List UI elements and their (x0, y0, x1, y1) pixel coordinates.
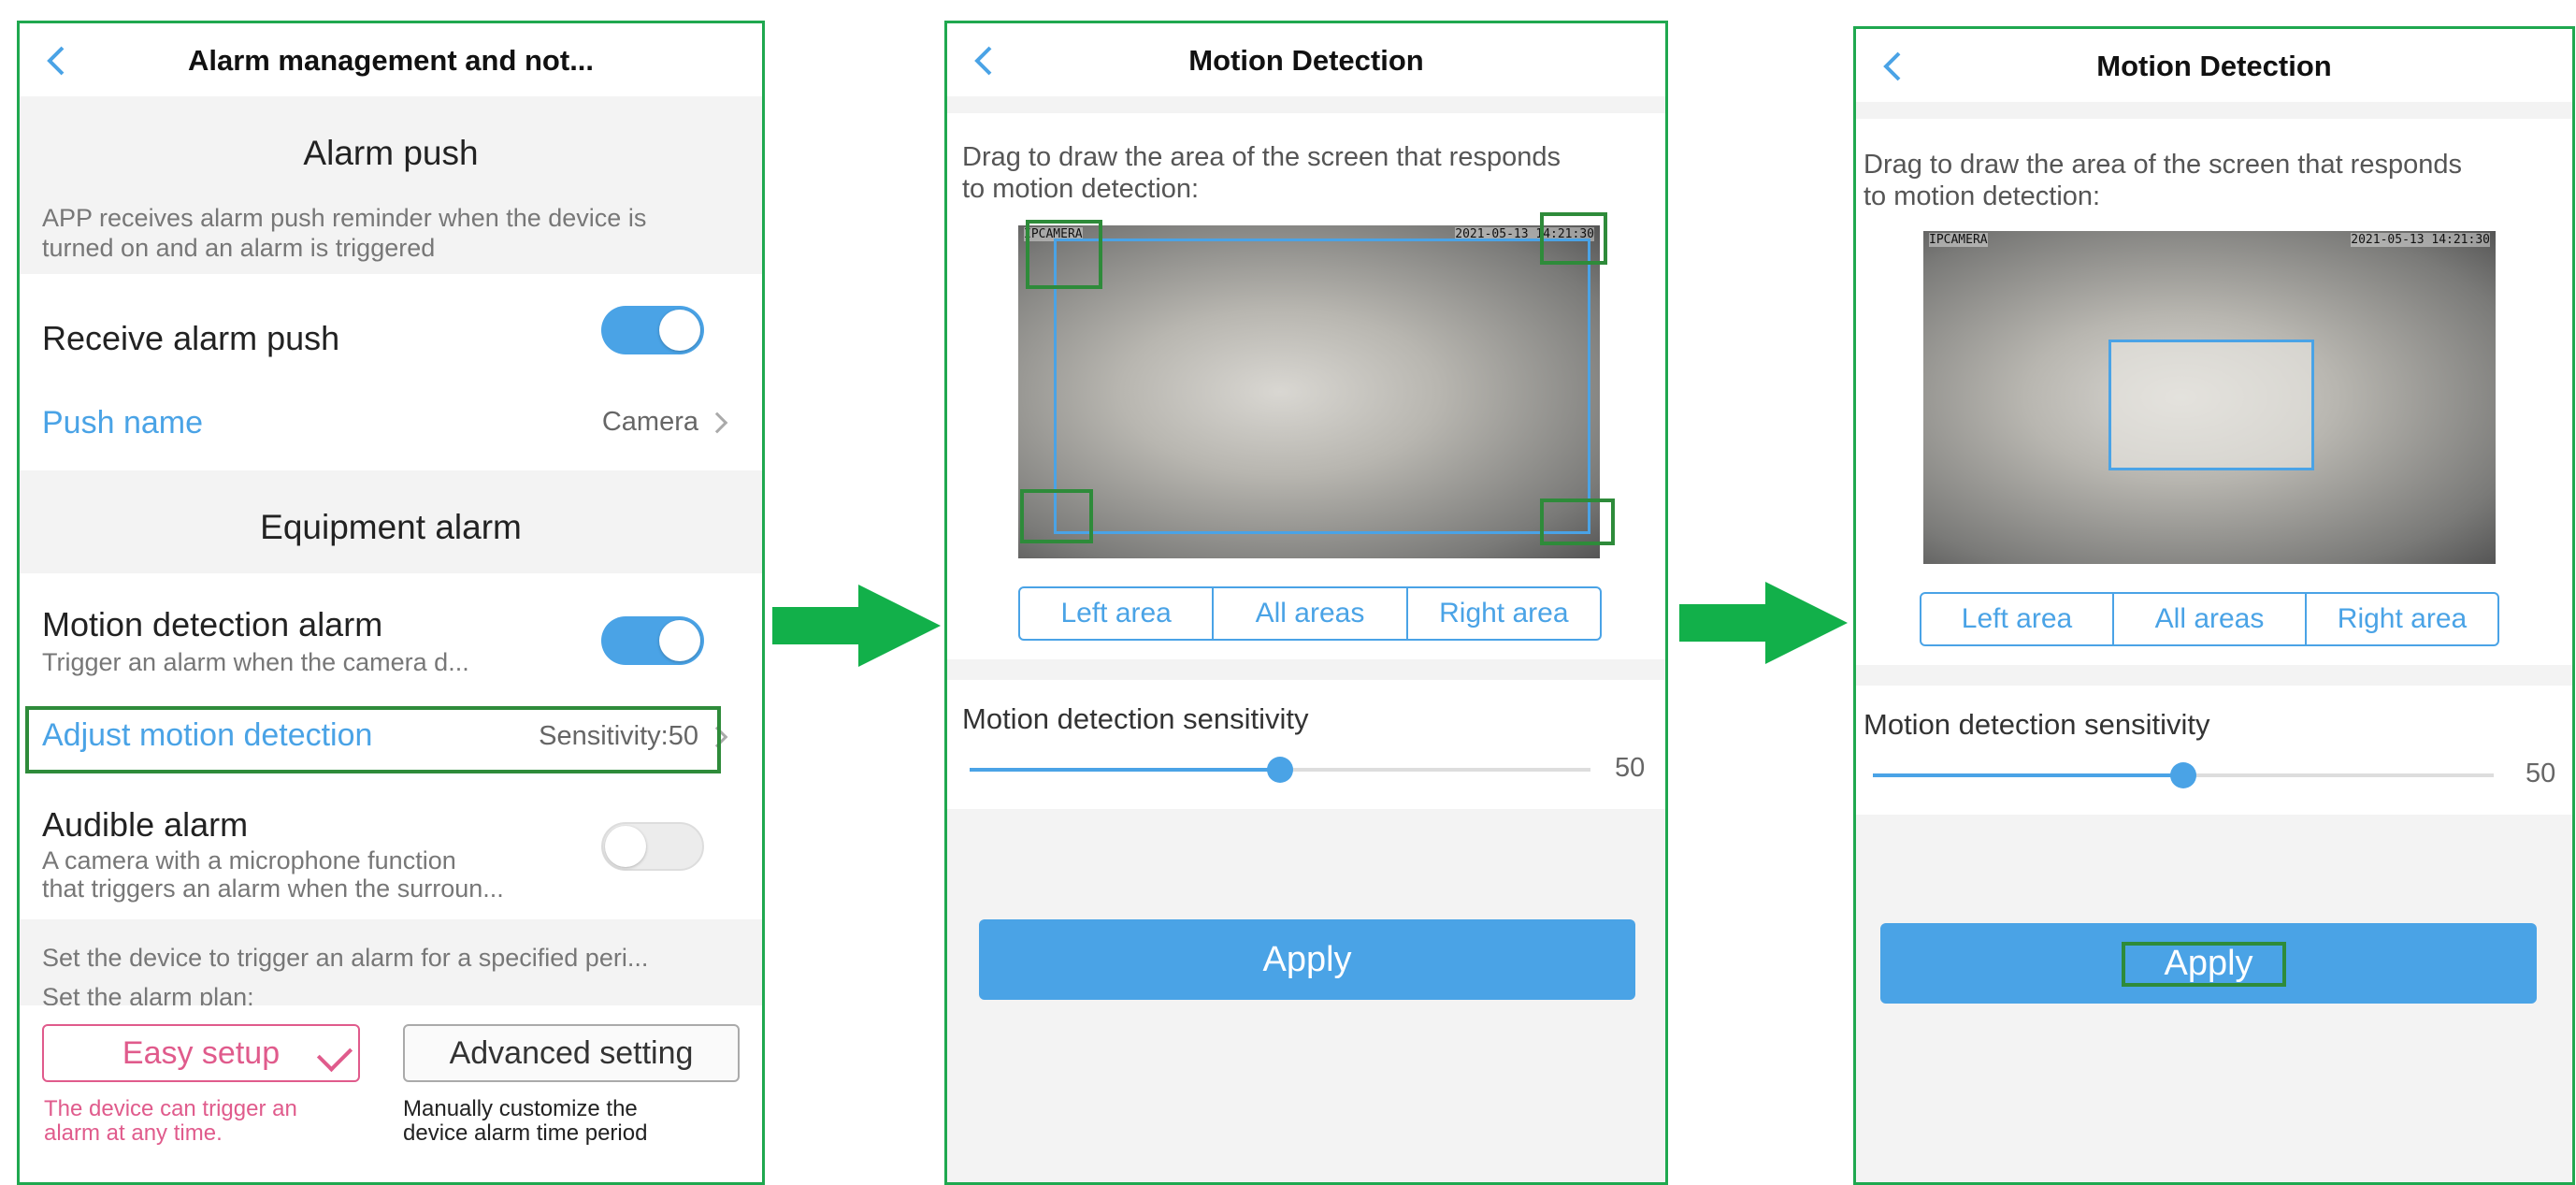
equipment-alarm-group: Motion detection alarm Trigger an alarm … (20, 573, 762, 919)
toggle-knob (605, 826, 646, 867)
checkmark-icon (316, 1035, 353, 1073)
hint-line: to motion detection: (962, 174, 1200, 204)
sensitivity-readout: 50 (2526, 759, 2556, 788)
slider-thumb[interactable] (2170, 762, 2196, 788)
motion-detection-alarm-toggle[interactable] (601, 616, 704, 665)
sensitivity-label: Motion detection sensitivity (1864, 708, 2210, 741)
camera-preview[interactable]: IPCAMERA 2021-05-13 14:21:30 (1018, 225, 1600, 558)
advanced-setting-desc: Manually customize the device alarm time… (403, 1097, 647, 1146)
alarm-management-screen: Alarm management and not... Alarm push A… (17, 21, 765, 1185)
hint-line: to motion detection: (1864, 181, 2101, 211)
desc-line: The device can trigger an (44, 1096, 297, 1121)
push-name-text: Camera (601, 407, 698, 437)
slider-fill (1873, 773, 2183, 777)
area-preset-selector: Left area All areas Right area (1018, 586, 1602, 641)
page-title: Motion Detection (2096, 50, 2332, 82)
nav-bar: Alarm management and not... (20, 23, 762, 96)
sensitivity-group: Motion detection sensitivity 50 (1856, 686, 2572, 815)
motion-detection-screen-center: Motion Detection Drag to draw the area o… (1853, 26, 2575, 1185)
area-preset-selector: Left area All areas Right area (1920, 592, 2499, 646)
left-area-button[interactable]: Left area (1020, 588, 1215, 639)
sensitivity-slider[interactable] (1873, 762, 2494, 788)
camera-name-overlay: IPCAMERA (1929, 233, 1988, 247)
arrow-right-icon (772, 585, 941, 667)
section-title-alarm-push: Alarm push (303, 134, 479, 172)
motion-detection-alarm-desc: Trigger an alarm when the camera d... (42, 648, 469, 676)
page-title: Motion Detection (1188, 44, 1424, 77)
desc-line: Manually customize the (403, 1096, 638, 1121)
area-group: Drag to draw the area of the screen that… (1856, 119, 2572, 665)
nav-bar: Motion Detection (947, 23, 1665, 96)
section-title-equipment-alarm: Equipment alarm (260, 508, 522, 546)
slider-thumb[interactable] (1267, 757, 1293, 783)
sensitivity-label: Motion detection sensitivity (962, 702, 1309, 735)
hint-line: APP receives alarm push reminder when th… (42, 204, 647, 232)
slider-fill (970, 768, 1280, 772)
chevron-right-icon (706, 412, 728, 434)
all-areas-button[interactable]: All areas (1214, 588, 1408, 639)
receive-alarm-push-toggle[interactable] (601, 306, 704, 354)
highlight-box (1020, 489, 1093, 543)
easy-setup-button[interactable]: Easy setup (42, 1024, 360, 1082)
highlight-box (25, 706, 721, 773)
alarm-push-group: Receive alarm push Push name Camera (20, 274, 762, 470)
highlight-box (1540, 212, 1607, 265)
right-area-button[interactable]: Right area (2307, 594, 2497, 644)
push-name-label[interactable]: Push name (42, 405, 203, 441)
all-areas-button[interactable]: All areas (2114, 594, 2307, 644)
apply-button[interactable]: Apply (979, 919, 1635, 1000)
easy-setup-label: Easy setup (122, 1035, 281, 1071)
right-area-button[interactable]: Right area (1408, 588, 1600, 639)
camera-timestamp-overlay: 2021-05-13 14:21:30 (2351, 233, 2490, 247)
sensitivity-slider[interactable] (970, 757, 1590, 783)
sensitivity-group: Motion detection sensitivity 50 (947, 680, 1665, 809)
arrow-right-icon (1679, 582, 1848, 664)
detection-zone[interactable] (2108, 340, 2314, 470)
hint-line: Set the device to trigger an alarm for a… (42, 944, 649, 972)
highlight-box (1540, 499, 1615, 545)
advanced-setting-button[interactable]: Advanced setting (403, 1024, 740, 1082)
audible-alarm-label: Audible alarm (42, 805, 249, 844)
left-area-button[interactable]: Left area (1921, 594, 2114, 644)
push-name-value[interactable]: Camera (601, 407, 728, 438)
camera-preview[interactable]: IPCAMERA 2021-05-13 14:21:30 (1923, 231, 2496, 564)
alarm-push-hint: APP receives alarm push reminder when th… (42, 203, 646, 263)
hint-line: turned on and an alarm is triggered (42, 234, 436, 262)
drag-hint: Drag to draw the area of the screen that… (962, 141, 1561, 205)
audible-alarm-desc: A camera with a microphone function that… (42, 846, 504, 903)
hint-line: Drag to draw the area of the screen that… (962, 142, 1561, 172)
drag-hint: Drag to draw the area of the screen that… (1864, 149, 2462, 212)
nav-bar: Motion Detection (1856, 29, 2572, 102)
detection-zone[interactable] (1054, 238, 1590, 534)
audible-alarm-toggle[interactable] (601, 822, 704, 871)
area-group: Drag to draw the area of the screen that… (947, 113, 1665, 659)
toggle-knob (659, 310, 700, 351)
motion-detection-screen-full: Motion Detection Drag to draw the area o… (944, 21, 1668, 1185)
highlight-box (1026, 220, 1102, 289)
hint-line: Drag to draw the area of the screen that… (1864, 150, 2462, 180)
receive-alarm-push-label: Receive alarm push (42, 319, 340, 357)
desc-line: A camera with a microphone function (42, 846, 456, 874)
highlight-box (2122, 942, 2286, 987)
desc-line: alarm at any time. (44, 1120, 223, 1146)
easy-setup-desc: The device can trigger an alarm at any t… (44, 1097, 297, 1146)
desc-line: that triggers an alarm when the surroun.… (42, 874, 504, 903)
page-title: Alarm management and not... (187, 44, 595, 77)
toggle-knob (659, 620, 700, 661)
desc-line: device alarm time period (403, 1120, 648, 1146)
motion-detection-alarm-label: Motion detection alarm (42, 605, 383, 643)
sensitivity-readout: 50 (1615, 753, 1646, 783)
